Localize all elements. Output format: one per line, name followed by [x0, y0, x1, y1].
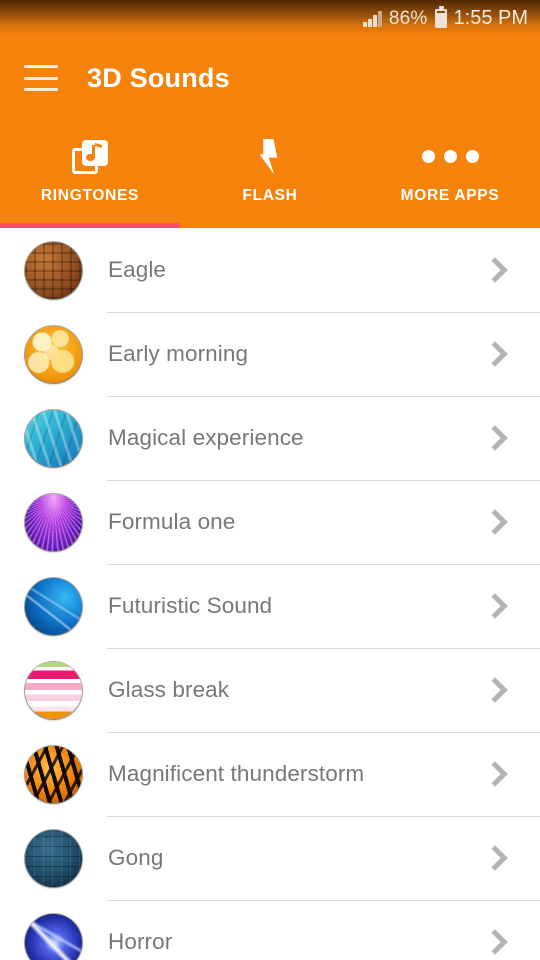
list-divider	[107, 732, 540, 733]
chevron-right-icon[interactable]	[482, 425, 508, 451]
list-item[interactable]: Early morning	[0, 312, 540, 396]
list-item[interactable]: Formula one	[0, 480, 540, 564]
ringtone-thumbnail	[25, 325, 82, 383]
list-divider	[107, 312, 540, 313]
ringtone-name-label: Gong	[108, 845, 164, 870]
tab-ringtones-label: RINGTONES	[40, 186, 140, 204]
list-divider	[107, 900, 540, 901]
ringtone-thumbnail	[25, 577, 82, 635]
ringtone-thumbnail	[25, 829, 82, 887]
signal-bars-icon	[363, 10, 382, 27]
library-music-icon	[72, 138, 108, 176]
hamburger-menu-icon[interactable]	[24, 65, 58, 91]
chevron-right-icon[interactable]	[482, 677, 508, 703]
list-divider	[107, 564, 540, 565]
list-item[interactable]: Glass break	[0, 648, 540, 732]
ringtone-name-label: Magnificent thunderstorm	[108, 761, 365, 786]
tab-more-apps[interactable]: MORE APPS	[360, 120, 540, 228]
list-item[interactable]: Magnificent thunderstorm	[0, 732, 540, 816]
ringtone-name-label: Formula one	[108, 509, 236, 534]
battery-percent-label: 86%	[388, 7, 428, 29]
flash-bolt-icon	[257, 138, 283, 176]
ringtone-name-label: Magical experience	[108, 425, 304, 450]
list-divider	[107, 480, 540, 481]
ringtone-thumbnail	[25, 493, 82, 551]
list-item[interactable]: Horror	[0, 900, 540, 960]
ringtone-thumbnail	[25, 745, 82, 803]
ringtone-name-label: Early morning	[108, 341, 249, 366]
ringtone-list: Eagle Early morning Magical experience Form…	[0, 228, 540, 960]
list-item[interactable]: Eagle	[0, 228, 540, 312]
clock-label: 1:55 PM	[453, 7, 528, 29]
list-divider	[107, 396, 540, 397]
chevron-right-icon[interactable]	[482, 257, 508, 283]
ringtone-thumbnail	[25, 241, 82, 299]
chevron-right-icon[interactable]	[482, 845, 508, 871]
tab-flash-label: FLASH	[242, 186, 298, 204]
ringtone-name-label: Futuristic Sound	[108, 593, 273, 618]
list-item[interactable]: Futuristic Sound	[0, 564, 540, 648]
tab-more-apps-label: MORE APPS	[400, 186, 500, 204]
list-item[interactable]: Gong	[0, 816, 540, 900]
tab-bar: RINGTONES FLASH MORE APPS	[0, 120, 540, 228]
list-item[interactable]: Magical experience	[0, 396, 540, 480]
chevron-right-icon[interactable]	[482, 761, 508, 787]
ringtone-thumbnail	[25, 661, 82, 719]
ringtone-name-label: Glass break	[108, 677, 230, 702]
list-divider	[107, 648, 540, 649]
ringtone-thumbnail	[25, 409, 82, 467]
tab-flash[interactable]: FLASH	[180, 120, 360, 228]
ringtone-thumbnail	[25, 913, 82, 960]
chevron-right-icon[interactable]	[482, 593, 508, 619]
tab-ringtones[interactable]: RINGTONES	[0, 120, 180, 228]
ringtone-name-label: Horror	[108, 929, 173, 954]
chevron-right-icon[interactable]	[482, 509, 508, 535]
app-root: 86% 1:55 PM 3D Sounds RINGTONES FLASH MO…	[0, 0, 540, 960]
page-title: 3D Sounds	[87, 62, 230, 93]
list-divider	[107, 816, 540, 817]
chevron-right-icon[interactable]	[482, 929, 508, 955]
chevron-right-icon[interactable]	[482, 341, 508, 367]
status-bar: 86% 1:55 PM	[0, 0, 540, 36]
ringtone-name-label: Eagle	[108, 257, 167, 282]
battery-icon	[434, 5, 447, 28]
more-horizontal-dots-icon	[421, 138, 479, 176]
app-bar: 3D Sounds	[0, 36, 540, 120]
